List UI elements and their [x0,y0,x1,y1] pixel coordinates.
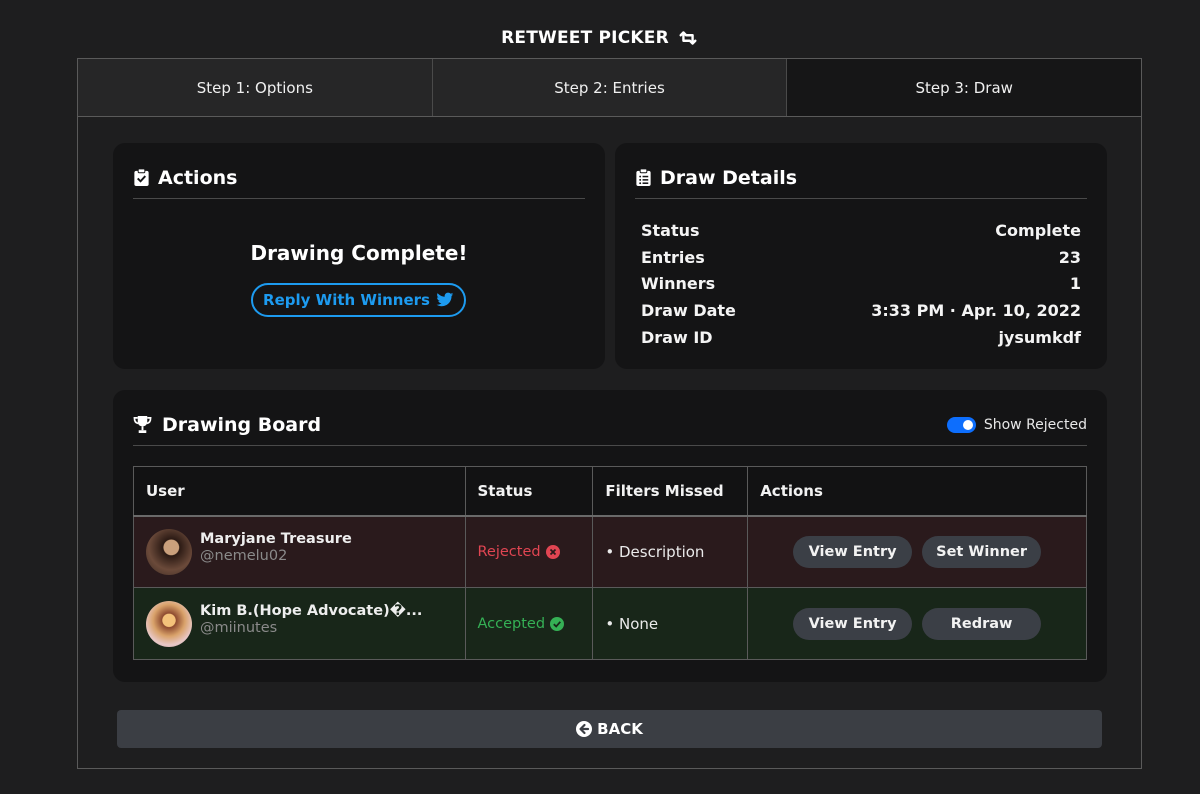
filters-missed-cell: • Description [592,515,749,588]
actions-cell: View Entry Redraw [747,587,1087,660]
draw-details-card: Draw Details Status Complete Entries 23 … [615,143,1107,369]
show-rejected-label: Show Rejected [983,416,1087,433]
column-header-status: Status [464,466,594,517]
x-circle-icon [545,544,560,559]
column-header-actions: Actions [747,466,1087,517]
twitter-bird-icon [436,292,454,307]
step-tabs: Step 1: Options Step 2: Entries Step 3: … [78,59,1142,117]
reply-with-winners-button[interactable]: Reply With Winners [251,283,466,317]
status-cell: Accepted [464,587,594,660]
back-button-label: BACK [597,720,643,738]
arrow-circle-left-icon [576,721,593,737]
tab-step-3-draw[interactable]: Step 3: Draw [787,59,1142,116]
show-rejected-toggle[interactable] [946,416,976,433]
filters-missed-cell: • None [592,587,749,660]
detail-label: Entries [641,247,705,267]
app-title-text: RETWEET PICKER [501,28,669,48]
detail-label: Winners [641,274,716,294]
column-header-filters-missed: Filters Missed [592,466,749,517]
drawing-board-header: Drawing Board Show Rejected [133,406,1087,446]
actions-cell: View Entry Set Winner [747,515,1087,588]
detail-row-draw-id: Draw ID jysumkdf [641,324,1081,351]
detail-value: 1 [1069,274,1081,294]
detail-value: Complete [995,220,1081,240]
actions-card-header: Actions [133,159,585,199]
draw-details-header: Draw Details [635,159,1087,199]
clipboard-check-icon [134,168,149,187]
tab-step-2-entries[interactable]: Step 2: Entries [432,59,788,116]
drawing-board-card: Drawing Board Show Rejected User Status … [113,390,1107,682]
app-title: RETWEET PICKER [0,26,1200,50]
user-name: Kim B.(Hope Advocate)�... [200,603,423,619]
table-row: Kim B.(Hope Advocate)�... @miinutes Acce… [133,587,1087,660]
actions-card: Actions Drawing Complete! Reply With Win… [113,143,605,369]
avatar [146,600,192,647]
retweet-icon [679,31,697,45]
draw-details-list: Status Complete Entries 23 Winners 1 Dra… [641,217,1081,350]
detail-value: 23 [1058,247,1081,267]
status-cell: Rejected [464,515,594,588]
detail-row-entries: Entries 23 [641,244,1081,271]
table-header-row: User Status Filters Missed Actions [133,466,1087,517]
detail-value: jysumkdf [998,327,1081,347]
status-badge: Rejected [477,543,541,560]
drawing-complete-message: Drawing Complete! [250,241,468,265]
actions-card-title: Actions [158,166,238,189]
detail-row-status: Status Complete [641,217,1081,244]
draw-details-title: Draw Details [660,166,798,189]
view-entry-button[interactable]: View Entry [793,607,913,640]
user-handle: @miinutes [200,620,278,636]
detail-label: Status [641,220,700,240]
user-handle: @nemelu02 [200,548,288,565]
status-badge: Accepted [477,615,546,632]
detail-label: Draw ID [641,327,713,347]
detail-row-draw-date: Draw Date 3:33 PM · Apr. 10, 2022 [641,297,1081,324]
user-cell: Maryjane Treasure @nemelu02 [133,515,466,588]
user-name: Maryjane Treasure [200,531,352,548]
view-entry-button[interactable]: View Entry [793,535,913,568]
entries-table: User Status Filters Missed Actions Maryj… [133,466,1087,660]
user-cell: Kim B.(Hope Advocate)�... @miinutes [133,587,466,660]
detail-row-winners: Winners 1 [641,270,1081,297]
tab-step-1-options[interactable]: Step 1: Options [78,59,433,116]
set-winner-button[interactable]: Set Winner [922,535,1042,568]
clipboard-list-icon [636,168,651,187]
table-row: Maryjane Treasure @nemelu02 Rejected • D… [133,515,1087,588]
check-circle-icon [550,616,565,631]
detail-label: Draw Date [641,300,736,320]
wizard-frame: Step 1: Options Step 2: Entries Step 3: … [77,58,1142,769]
column-header-user: User [133,466,466,517]
back-button[interactable]: BACK [117,710,1102,748]
avatar [146,528,192,575]
reply-button-label: Reply With Winners [263,291,430,309]
redraw-button[interactable]: Redraw [922,607,1042,640]
show-rejected-toggle-group: Show Rejected [946,416,1087,433]
detail-value: 3:33 PM · Apr. 10, 2022 [871,300,1081,320]
drawing-board-title: Drawing Board [162,413,322,436]
trophy-icon [133,415,152,434]
